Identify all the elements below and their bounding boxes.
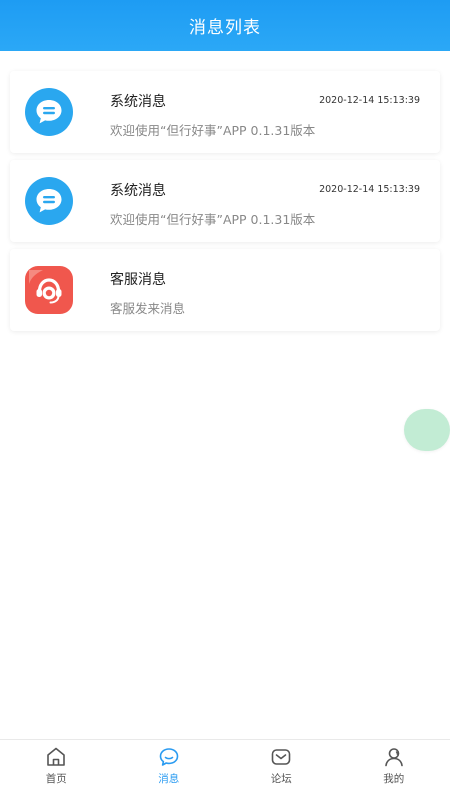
tab-messages[interactable]: 消息: [113, 740, 226, 801]
message-title: 客服消息: [110, 269, 166, 289]
message-title: 系统消息: [110, 91, 166, 111]
mail-icon: [269, 745, 293, 769]
tab-label: 首页: [46, 771, 67, 786]
message-time: 2020-12-14 15:13:39: [319, 184, 420, 195]
tab-label: 我的: [383, 771, 404, 786]
message-item-system-1[interactable]: 系统消息 2020-12-14 15:13:39 欢迎使用“但行好事”APP 0…: [10, 71, 440, 153]
tab-home[interactable]: 首页: [0, 740, 113, 801]
tab-forum[interactable]: 论坛: [225, 740, 338, 801]
bottom-tab-bar: 首页 消息 论坛 我的: [0, 739, 450, 801]
message-title: 系统消息: [110, 180, 166, 200]
page-title: 消息列表: [189, 13, 261, 38]
message-preview: 客服发来消息: [110, 298, 185, 317]
message-preview: 欢迎使用“但行好事”APP 0.1.31版本: [110, 120, 315, 139]
message-time: 2020-12-14 15:13:39: [319, 95, 420, 106]
message-preview: 欢迎使用“但行好事”APP 0.1.31版本: [110, 209, 315, 228]
message-list: 系统消息 2020-12-14 15:13:39 欢迎使用“但行好事”APP 0…: [10, 71, 440, 338]
message-icon: [157, 745, 181, 769]
message-item-system-2[interactable]: 系统消息 2020-12-14 15:13:39 欢迎使用“但行好事”APP 0…: [10, 160, 440, 242]
floating-assistive-button[interactable]: [404, 409, 450, 451]
customer-service-icon: [25, 266, 73, 314]
app-header: 消息列表: [0, 0, 450, 51]
tab-mine[interactable]: 我的: [338, 740, 450, 801]
tab-label: 论坛: [271, 771, 292, 786]
message-item-customer-service[interactable]: 客服消息 客服发来消息: [10, 249, 440, 331]
home-icon: [44, 745, 68, 769]
user-icon: [382, 745, 406, 769]
chat-bubble-icon: [25, 177, 73, 225]
tab-label: 消息: [158, 771, 179, 786]
chat-bubble-icon: [25, 88, 73, 136]
